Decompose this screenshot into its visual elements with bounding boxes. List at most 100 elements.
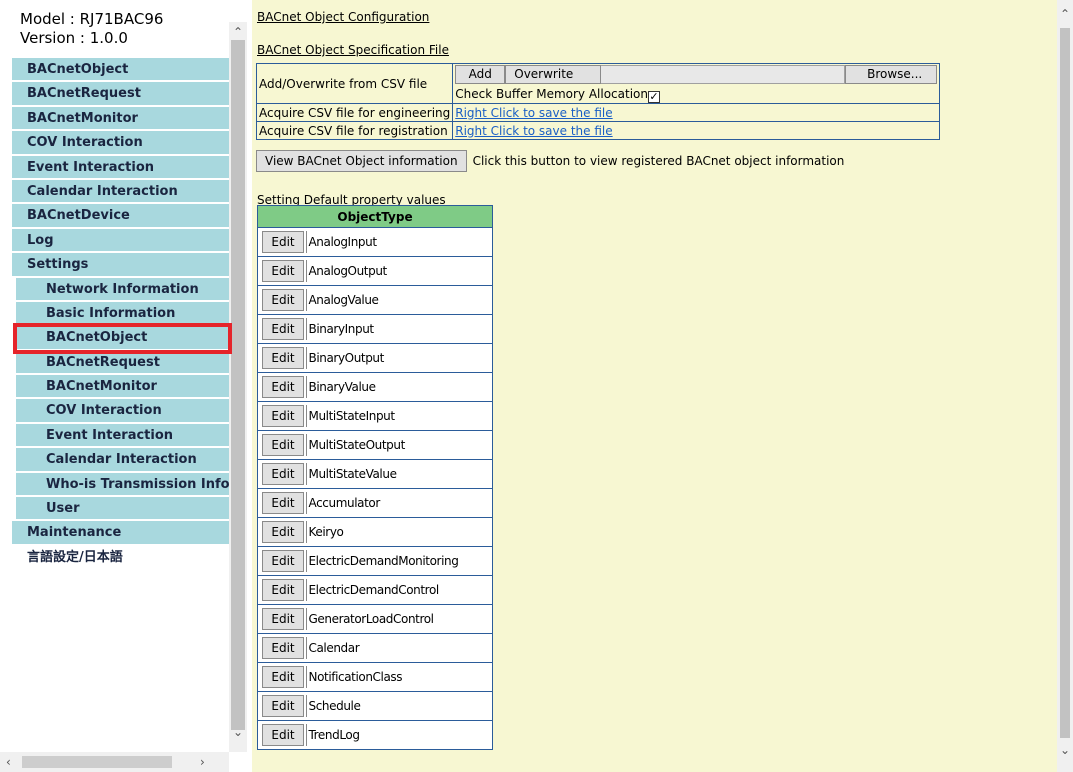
- scroll-right-icon[interactable]: ›: [200, 756, 205, 768]
- object-type-cell: MultiStateValue: [305, 459, 493, 489]
- edit-button[interactable]: Edit: [262, 434, 304, 456]
- edit-button[interactable]: Edit: [262, 492, 304, 514]
- table-row: Edit BinaryValue: [257, 372, 493, 402]
- scroll-down-icon[interactable]: ⌄: [233, 726, 243, 738]
- save-engineering-link[interactable]: Right Click to save the file: [455, 106, 612, 120]
- object-type-cell: MultiStateInput: [305, 401, 493, 431]
- content-vertical-scrollbar[interactable]: ⌃ ⌄: [1057, 0, 1073, 772]
- check-buffer-checkbox[interactable]: ✓: [648, 91, 660, 103]
- object-type-header: ObjectType: [257, 205, 493, 228]
- scroll-down-icon[interactable]: ⌄: [1060, 744, 1070, 756]
- object-type-name: BinaryInput: [305, 318, 493, 340]
- edit-button[interactable]: Edit: [262, 579, 304, 601]
- sidebar-item-maintenance[interactable]: Maintenance: [12, 521, 229, 546]
- sidebar-item-settings-basic-information[interactable]: Basic Information: [16, 301, 229, 327]
- sidebar-frame: Model : RJ71BAC96 Version : 1.0.0 BACnet…: [0, 0, 247, 772]
- object-type-cell: BinaryValue: [305, 372, 493, 402]
- sidebar-item-settings[interactable]: Settings: [12, 253, 229, 278]
- check-buffer-row: Check Buffer Memory Allocation✓: [455, 85, 937, 103]
- sidebar-item-bacnetdevice[interactable]: BACnetDevice: [12, 204, 229, 229]
- edit-button[interactable]: Edit: [262, 260, 304, 282]
- sidebar-item-settings-bacnetobject[interactable]: BACnetObject: [13, 323, 232, 354]
- sidebar-item-settings-cov-interaction[interactable]: COV Interaction: [16, 399, 229, 424]
- object-type-cell: Schedule: [305, 691, 493, 721]
- table-row: Edit Keiryo: [257, 517, 493, 547]
- sidebar-item-cov-interaction[interactable]: COV Interaction: [12, 131, 229, 156]
- edit-button[interactable]: Edit: [262, 376, 304, 398]
- scrollbar-thumb[interactable]: [1060, 28, 1070, 738]
- edit-button[interactable]: Edit: [262, 463, 304, 485]
- edit-cell: Edit: [257, 691, 306, 721]
- edit-button[interactable]: Edit: [262, 289, 304, 311]
- table-row: Edit AnalogValue: [257, 285, 493, 315]
- sidebar-item-bacnetrequest[interactable]: BACnetRequest: [12, 82, 229, 107]
- overwrite-button[interactable]: Overwrite: [505, 65, 602, 84]
- edit-cell: Edit: [257, 227, 306, 257]
- object-type-name: Schedule: [305, 695, 493, 717]
- object-type-name: NotificationClass: [305, 666, 493, 688]
- sidebar-item-settings-network-information[interactable]: Network Information: [16, 277, 229, 302]
- sidebar-item-language[interactable]: 言語設定/日本語: [12, 545, 229, 571]
- edit-cell: Edit: [257, 285, 306, 315]
- add-button[interactable]: Add: [455, 65, 506, 84]
- edit-cell: Edit: [257, 575, 306, 605]
- object-type-name: BinaryOutput: [305, 347, 493, 369]
- edit-button[interactable]: Edit: [262, 521, 304, 543]
- object-type-cell: NotificationClass: [305, 662, 493, 692]
- table-row: Edit GeneratorLoadControl: [257, 604, 493, 634]
- edit-button[interactable]: Edit: [262, 637, 304, 659]
- sidebar-item-settings-event-interaction[interactable]: Event Interaction: [16, 423, 229, 449]
- object-type-name: Accumulator: [305, 492, 493, 514]
- table-row: Edit MultiStateInput: [257, 401, 493, 431]
- version-label: Version : 1.0.0: [20, 29, 128, 47]
- object-type-name: ElectricDemandMonitoring: [305, 550, 493, 572]
- save-registration-link[interactable]: Right Click to save the file: [455, 124, 612, 138]
- sidebar-horizontal-scrollbar[interactable]: ‹ ›: [0, 752, 229, 772]
- edit-button[interactable]: Edit: [262, 695, 304, 717]
- sidebar-item-settings-bacnetrequest[interactable]: BACnetRequest: [16, 350, 229, 376]
- sidebar-item-settings-calendar-interaction[interactable]: Calendar Interaction: [16, 448, 229, 473]
- sidebar-item-log[interactable]: Log: [12, 228, 229, 254]
- sidebar-nav: BACnetObject BACnetRequest BACnetMonitor CO…: [12, 58, 232, 571]
- csv-upload-cell: Add Overwrite Browse... Check Buffer Mem…: [452, 63, 941, 104]
- sidebar-item-settings-bacnetmonitor[interactable]: BACnetMonitor: [16, 375, 229, 400]
- scrollbar-thumb[interactable]: [231, 40, 245, 730]
- add-overwrite-label: Add/Overwrite from CSV file: [255, 63, 454, 104]
- sidebar-vertical-scrollbar[interactable]: ⌃ ⌄: [229, 22, 247, 752]
- sidebar-item-settings-user[interactable]: User: [16, 497, 229, 522]
- object-type-cell: Keiryo: [305, 517, 493, 547]
- edit-button[interactable]: Edit: [262, 347, 304, 369]
- scrollbar-thumb[interactable]: [22, 756, 172, 768]
- view-object-info-button[interactable]: View BACnet Object information: [256, 150, 467, 172]
- browse-button[interactable]: Browse...: [845, 65, 938, 84]
- scroll-up-icon[interactable]: ⌃: [1060, 8, 1070, 20]
- acquire-engineering-label: Acquire CSV file for engineering: [255, 103, 454, 122]
- object-type-name: MultiStateOutput: [305, 434, 493, 456]
- file-path-field[interactable]: [601, 65, 846, 84]
- object-type-cell: BinaryOutput: [305, 343, 493, 373]
- scroll-up-icon[interactable]: ⌃: [233, 26, 243, 38]
- edit-button[interactable]: Edit: [262, 405, 304, 427]
- table-row: Edit ElectricDemandControl: [257, 575, 493, 605]
- table-row: Edit Accumulator: [257, 488, 493, 518]
- edit-button[interactable]: Edit: [262, 724, 304, 746]
- scroll-left-icon[interactable]: ‹: [6, 756, 11, 768]
- sidebar-item-settings-who-is-transmission-info[interactable]: Who-is Transmission Info.: [16, 472, 229, 498]
- object-type-name: TrendLog: [305, 724, 493, 746]
- sidebar-item-calendar-interaction[interactable]: Calendar Interaction: [12, 179, 229, 205]
- sidebar-item-event-interaction[interactable]: Event Interaction: [12, 155, 229, 180]
- object-type-cell: Calendar: [305, 633, 493, 663]
- file-controls: Add Overwrite Browse...: [455, 64, 938, 85]
- edit-button[interactable]: Edit: [262, 608, 304, 630]
- sidebar-item-bacnetobject[interactable]: BACnetObject: [12, 58, 229, 83]
- object-type-rows: Edit AnalogInput Edit AnalogOutput Edit Analo…: [257, 227, 493, 750]
- object-type-name: MultiStateInput: [305, 405, 493, 427]
- edit-button[interactable]: Edit: [262, 318, 304, 340]
- edit-button[interactable]: Edit: [262, 666, 304, 688]
- device-info: Model : RJ71BAC96 Version : 1.0.0: [20, 10, 230, 48]
- object-type-cell: ElectricDemandMonitoring: [305, 546, 493, 576]
- page-title: BACnet Object Configuration: [257, 10, 430, 24]
- sidebar-item-bacnetmonitor[interactable]: BACnetMonitor: [12, 106, 229, 132]
- edit-button[interactable]: Edit: [262, 550, 304, 572]
- edit-button[interactable]: Edit: [262, 231, 304, 253]
